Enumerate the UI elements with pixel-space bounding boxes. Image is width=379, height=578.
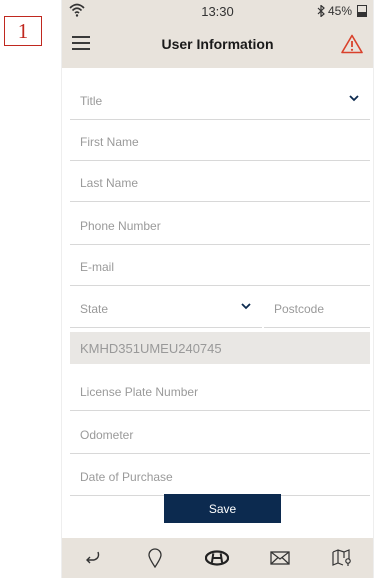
last-name-placeholder: Last Name — [80, 176, 139, 190]
battery-icon — [357, 5, 367, 17]
location-pin-icon[interactable] — [143, 546, 167, 570]
phone-number-placeholder: Phone Number — [80, 219, 161, 233]
first-name-field[interactable]: First Name — [70, 121, 370, 161]
chevron-down-icon — [349, 95, 359, 102]
email-field[interactable]: E-mail — [70, 246, 370, 286]
map-icon[interactable] — [330, 546, 354, 570]
title-placeholder: Title — [80, 94, 103, 108]
step-number-label: 1 — [4, 16, 42, 46]
date-of-purchase-placeholder: Date of Purchase — [80, 470, 173, 484]
state-placeholder: State — [80, 302, 109, 316]
status-right: 45% — [317, 4, 367, 18]
first-name-placeholder: First Name — [80, 135, 139, 149]
mail-icon[interactable] — [268, 546, 292, 570]
step-number-text: 1 — [17, 18, 29, 43]
phone-screen: 13:30 45% User Information Title First N… — [61, 0, 374, 578]
hyundai-logo-icon[interactable] — [205, 546, 230, 570]
bottom-tab-bar — [62, 538, 373, 578]
state-select[interactable]: State — [70, 288, 262, 328]
save-button[interactable]: Save — [164, 494, 281, 523]
license-plate-placeholder: License Plate Number — [80, 385, 199, 399]
title-select[interactable]: Title — [70, 80, 370, 120]
battery-percent: 45% — [327, 4, 352, 18]
phone-number-field[interactable]: Phone Number — [70, 205, 370, 245]
email-placeholder: E-mail — [80, 260, 115, 274]
vin-field: KMHD351UMEU240745 — [70, 332, 370, 364]
license-plate-field[interactable]: License Plate Number — [70, 371, 370, 411]
postcode-field[interactable]: Postcode — [264, 288, 370, 328]
last-name-field[interactable]: Last Name — [70, 162, 370, 202]
date-of-purchase-field[interactable]: Date of Purchase — [70, 456, 370, 496]
warning-icon[interactable] — [341, 34, 363, 54]
app-header: User Information — [62, 22, 373, 68]
odometer-field[interactable]: Odometer — [70, 414, 370, 454]
status-bar: 13:30 45% — [62, 0, 373, 22]
back-arrow-icon[interactable] — [81, 546, 105, 570]
odometer-placeholder: Odometer — [80, 428, 134, 442]
postcode-placeholder: Postcode — [274, 302, 325, 316]
chevron-down-icon — [241, 303, 251, 310]
page-title: User Information — [161, 36, 274, 52]
bluetooth-icon — [317, 5, 325, 17]
vin-value: KMHD351UMEU240745 — [80, 341, 222, 356]
